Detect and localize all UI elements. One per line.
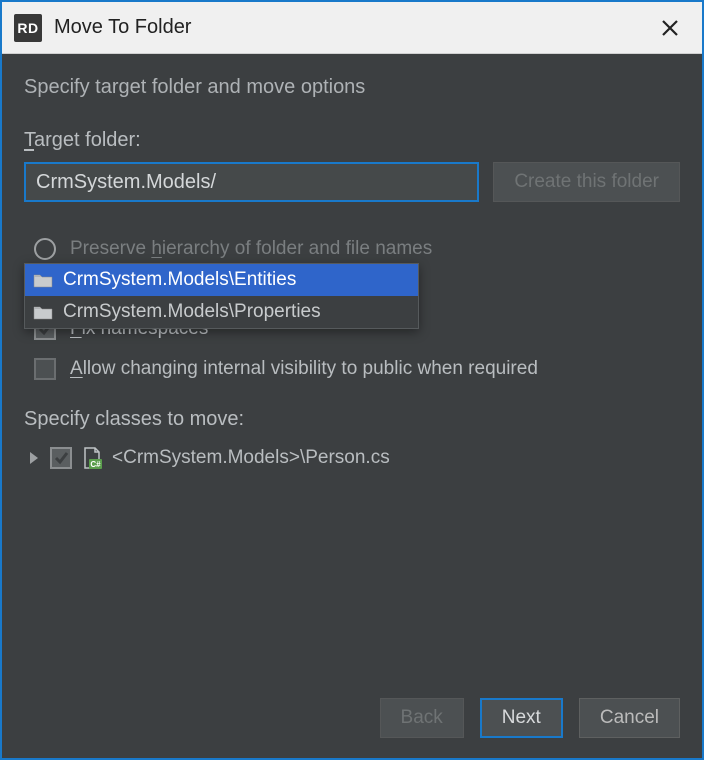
mnemonic: T bbox=[24, 129, 34, 151]
window-title: Move To Folder bbox=[54, 16, 650, 39]
target-folder-label: Target folder: bbox=[24, 129, 680, 152]
dialog-content: Specify target folder and move options T… bbox=[2, 54, 702, 680]
dialog-footer: Back Next Cancel bbox=[2, 680, 702, 758]
titlebar: RD Move To Folder bbox=[2, 2, 702, 54]
csharp-file-icon: C# bbox=[82, 447, 102, 469]
autocomplete-item[interactable]: CrmSystem.Models\Properties bbox=[25, 296, 418, 328]
app-badge-icon: RD bbox=[14, 14, 42, 42]
svg-text:C#: C# bbox=[90, 460, 101, 469]
tree-item[interactable]: C# <CrmSystem.Models>\Person.cs bbox=[24, 443, 680, 473]
option-label: Preserve hierarchy of folder and file na… bbox=[70, 238, 432, 260]
tree-item-label: <CrmSystem.Models>\Person.cs bbox=[112, 447, 390, 469]
close-icon bbox=[661, 19, 679, 37]
option-label: Allow changing internal visibility to pu… bbox=[70, 358, 538, 380]
checkbox-icon bbox=[34, 358, 56, 380]
cancel-button[interactable]: Cancel bbox=[579, 698, 680, 738]
checkbox-icon[interactable] bbox=[50, 447, 72, 469]
next-button[interactable]: Next bbox=[480, 698, 563, 738]
option-preserve-hierarchy[interactable]: Preserve hierarchy of folder and file na… bbox=[24, 238, 680, 260]
dialog-subtitle: Specify target folder and move options bbox=[24, 76, 680, 99]
option-allow-visibility[interactable]: Allow changing internal visibility to pu… bbox=[24, 358, 680, 380]
autocomplete-item[interactable]: CrmSystem.Models\Entities bbox=[25, 264, 418, 296]
expand-icon[interactable] bbox=[30, 452, 38, 464]
autocomplete-popup: CrmSystem.Models\Entities CrmSystem.Mode… bbox=[24, 263, 419, 329]
dialog-move-to-folder: RD Move To Folder Specify target folder … bbox=[0, 0, 704, 760]
folder-icon bbox=[33, 272, 53, 288]
target-folder-input[interactable] bbox=[24, 162, 479, 202]
autocomplete-label: CrmSystem.Models\Entities bbox=[63, 269, 296, 291]
back-button[interactable]: Back bbox=[380, 698, 464, 738]
target-folder-row: Create this folder bbox=[24, 162, 680, 202]
folder-icon bbox=[33, 304, 53, 320]
label-text: arget folder: bbox=[34, 129, 141, 151]
close-button[interactable] bbox=[650, 8, 690, 48]
radio-icon bbox=[34, 238, 56, 260]
classes-to-move-label: Specify classes to move: bbox=[24, 408, 680, 431]
classes-tree: C# <CrmSystem.Models>\Person.cs bbox=[24, 439, 680, 477]
create-folder-button[interactable]: Create this folder bbox=[493, 162, 680, 202]
autocomplete-label: CrmSystem.Models\Properties bbox=[63, 301, 321, 323]
